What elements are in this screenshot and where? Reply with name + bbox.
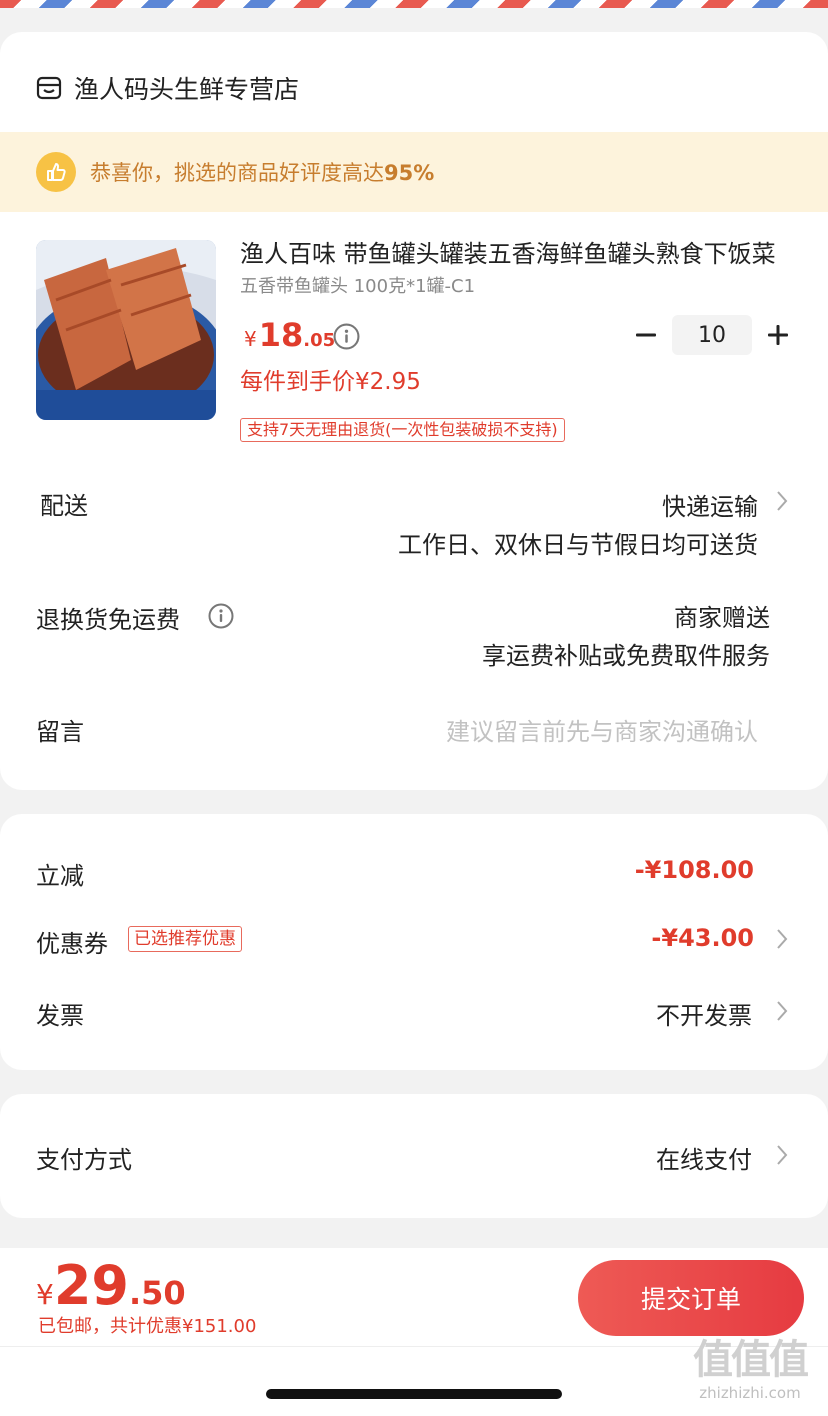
watermark: 值值值 zhizhizhi.com [678,1336,822,1402]
instant-discount-value: -¥108.00 [634,856,754,884]
delivery-method[interactable]: 快递运输 [662,487,758,522]
invoice-chevron-icon[interactable] [776,1000,788,1022]
home-indicator[interactable] [266,1389,562,1399]
product-image[interactable] [36,240,216,420]
quantity-decrease-button[interactable] [632,321,660,349]
return-policy-tag: 支持7天无理由退货(一次性包装破损不支持) [240,418,565,442]
delivery-label: 配送 [40,492,88,520]
coupon-value[interactable]: -¥43.00 [651,924,754,952]
price-decimal: .05 [303,330,336,351]
return-shipping-info-icon[interactable] [208,603,234,629]
message-label: 留言 [36,718,84,746]
praise-text: 恭喜你，挑选的商品好评度高达 [90,161,384,185]
watermark-logo: 值值值 [693,1337,809,1383]
delivery-chevron-icon[interactable] [776,490,788,512]
payment-label: 支付方式 [36,1146,132,1174]
coupon-tag: 已选推荐优惠 [128,926,242,952]
total-price: ¥ 29 .50 [36,1254,186,1317]
unit-price: 每件到手价¥2.95 [240,369,421,395]
shop-name: 渔人码头生鲜专营店 [74,75,300,104]
price-integer: 18 [258,316,304,354]
price-info-icon[interactable] [333,323,360,350]
message-input[interactable]: 建议留言前先与商家沟通确认 [446,712,758,747]
instant-discount-label: 立减 [36,862,84,890]
payment-chevron-icon[interactable] [776,1144,788,1166]
watermark-url: zhizhizhi.com [699,1384,801,1402]
price-symbol: ¥ [244,327,257,351]
praise-banner: 恭喜你，挑选的商品好评度高达95% [0,132,828,212]
praise-percent: 95% [384,161,435,185]
invoice-value[interactable]: 不开发票 [656,996,752,1031]
quantity-increase-button[interactable] [764,321,792,349]
store-icon [36,76,62,100]
coupon-chevron-icon[interactable] [776,928,788,950]
shop-header[interactable]: 渔人码头生鲜专营店 [36,56,299,120]
invoice-label: 发票 [36,1002,84,1030]
airmail-border [0,0,828,8]
total-note: 已包邮，共计优惠¥151.00 [38,1316,257,1337]
return-shipping-value: 商家赠送 [674,604,770,632]
quantity-input[interactable]: 10 [672,315,752,355]
product-sku[interactable]: 五香带鱼罐头 100克*1罐-C1 [240,272,475,302]
submit-order-button[interactable]: 提交订单 [578,1260,804,1336]
thumbs-up-icon [36,152,76,192]
product-title[interactable]: 渔人百味 带鱼罐头罐装五香海鲜鱼罐头熟食下饭菜 [240,234,790,274]
return-shipping-label: 退换货免运费 [36,606,180,634]
delivery-note: 工作日、双休日与节假日均可送货 [398,531,758,559]
payment-value[interactable]: 在线支付 [656,1140,752,1175]
return-shipping-note: 享运费补贴或免费取件服务 [482,642,770,670]
product-price: ¥ 18 .05 [244,316,335,354]
total-integer: 29 [53,1254,129,1317]
total-decimal: .50 [128,1274,186,1312]
coupon-label: 优惠券 [36,930,108,958]
total-symbol: ¥ [36,1278,54,1311]
